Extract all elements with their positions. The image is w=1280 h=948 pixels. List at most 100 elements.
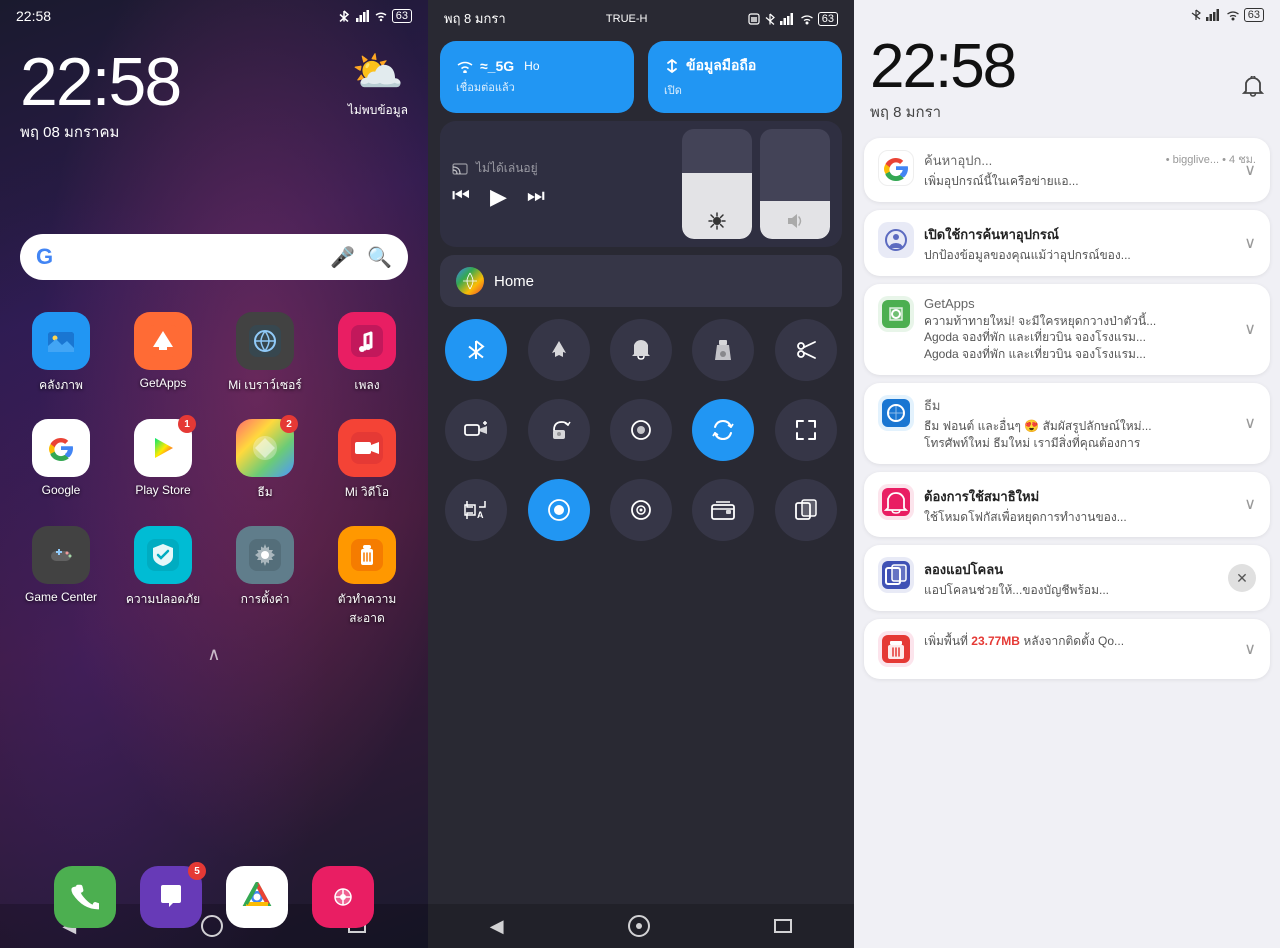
cc-toggle-dot[interactable] — [610, 479, 672, 541]
cc-next-btn[interactable]: ⏭ — [527, 185, 545, 208]
cc-toggle-flashlight[interactable] — [692, 319, 754, 381]
notif-expand-trash[interactable]: ∨ — [1244, 639, 1256, 659]
app-item-security[interactable]: ความปลอดภัย — [112, 514, 214, 640]
home-status-time: 22:58 — [16, 8, 51, 24]
home-clock-text: 22:58 พฤ 08 มกราคม — [20, 48, 180, 144]
notif-expand-google[interactable]: ∨ — [1244, 160, 1256, 180]
cc-media-controls: ⏮ ▶ ⏭ — [452, 184, 674, 210]
weather-icon: ⛅ — [352, 48, 404, 97]
notif-card-finddevice[interactable]: เปิดใช้การค้นหาอุปกรณ์ ปกป้องข้อมูลของคุ… — [864, 210, 1270, 276]
cc-prev-btn[interactable]: ⏮ — [452, 185, 470, 208]
dock-phone[interactable] — [54, 866, 116, 928]
wifi-card-icon — [456, 59, 474, 73]
app-icon-cleaner — [338, 526, 396, 584]
app-item-getapps[interactable]: GetApps — [112, 300, 214, 407]
cc-toggle-bell[interactable] — [610, 319, 672, 381]
notif-expand-theme[interactable]: ∨ — [1244, 413, 1256, 433]
notif-card-theme[interactable]: ธีม ธีม ฟอนต์ และอื่นๆ 😍 สัมผัสรูปลักษณ์… — [864, 383, 1270, 464]
cc-wifi-card[interactable]: ≈_5G Ho เชื่อมต่อแล้ว — [440, 41, 634, 113]
app-label-cleaner: ตัวทำความสะอาด — [324, 590, 410, 628]
notif-body-google: เพิ่มอุปกรณ์นี้ในเครือข่ายแอ... — [924, 173, 1256, 190]
cc-nav-home[interactable] — [627, 914, 651, 938]
app-item-mivideo[interactable]: Mi วิดีโอ — [316, 407, 418, 514]
cc-nav-back[interactable]: ◀ — [490, 916, 504, 937]
app-item-settings[interactable]: การตั้งค่า — [214, 514, 316, 640]
cc-toggle-scan-a[interactable]: A — [445, 479, 507, 541]
cc-no-playing: ไม่ได้เล่นอยู่ — [476, 159, 538, 178]
notif-status-icons: 63 — [1190, 8, 1264, 22]
signal-icon — [356, 10, 370, 22]
cc-toggle-airplane[interactable] — [528, 319, 590, 381]
cc-toggle-video-add[interactable] — [445, 399, 507, 461]
notif-expand-finddevice[interactable]: ∨ — [1244, 233, 1256, 253]
notif-card-getapps[interactable]: GetApps ความท้าทายใหม่! จะมีใครหยุดกวางป… — [864, 284, 1270, 375]
cc-toggle-sync[interactable] — [692, 399, 754, 461]
notif-content-finddevice: เปิดใช้การค้นหาอุปกรณ์ ปกป้องข้อมูลของคุ… — [924, 222, 1256, 264]
cc-toggle-scissors[interactable] — [775, 319, 837, 381]
app-grid: คลังภาพ GetApps Mi เบราว์เซอร์ เพลง Goo — [0, 300, 428, 640]
app-item-browser[interactable]: Mi เบราว์เซอร์ — [214, 300, 316, 407]
app-icon-gamecenter — [32, 526, 90, 584]
cc-toggle-bluetooth[interactable] — [445, 319, 507, 381]
cc-play-btn[interactable]: ▶ — [490, 184, 507, 210]
data-card-icon — [664, 58, 680, 74]
cast-icon — [452, 160, 468, 176]
notif-expand-focus[interactable]: ∨ — [1244, 494, 1256, 514]
notif-close-clone[interactable]: ✕ — [1228, 564, 1256, 592]
cc-bluetooth-icon — [764, 13, 776, 25]
cc-toggle-grid-3: A — [440, 473, 842, 547]
app-icon-settings — [236, 526, 294, 584]
notif-header-theme: ธีม — [924, 395, 1256, 416]
search-bar[interactable]: G 🎤 🔍 — [20, 234, 408, 280]
notif-title-clone: ลองแอปโคลน — [924, 559, 1256, 580]
app-badge-theme: 2 — [280, 415, 298, 433]
notif-card-trash[interactable]: เพิ่มพื้นที่ 23.77MB หลังจากติดตั้ง Qo..… — [864, 619, 1270, 679]
lens-icon[interactable]: 🔍 — [367, 245, 392, 270]
cc-home-shortcut[interactable]: Home — [440, 255, 842, 307]
notif-card-google[interactable]: ค้นหาอุปก... • bigglive... • 4 ชม. เพิ่ม… — [864, 138, 1270, 202]
cc-toggle-clone[interactable] — [775, 479, 837, 541]
brightness-slider[interactable] — [682, 129, 752, 239]
notif-body-getapps: ความท้าทายใหม่! จะมีใครหยุดกวางป่าตัวนี้… — [924, 313, 1256, 363]
cc-toggle-video2[interactable] — [528, 479, 590, 541]
notif-title-finddevice: เปิดใช้การค้นหาอุปกรณ์ — [924, 224, 1256, 245]
notif-time-google: • bigglive... • 4 ชม. — [1166, 150, 1256, 168]
mic-icon[interactable]: 🎤 — [330, 245, 355, 270]
cc-toggle-screenshot[interactable] — [610, 399, 672, 461]
notif-title-focus: ต้องการใช้สมาธิใหม่ — [924, 486, 1256, 507]
app-item-google[interactable]: Google — [10, 407, 112, 514]
home-status-bar: 22:58 63 — [0, 0, 428, 28]
app-item-theme[interactable]: 2 ธีม — [214, 407, 316, 514]
app-label-google: Google — [42, 483, 81, 497]
weather-widget: ⛅ ไม่พบข้อมูล — [348, 48, 408, 120]
app-item-gallery[interactable]: คลังภาพ — [10, 300, 112, 407]
cc-toggle-lock-rotate[interactable] — [528, 399, 590, 461]
notif-bell-icon[interactable] — [1242, 76, 1264, 104]
home-clock-date: พฤ 08 มกราคม — [20, 120, 180, 144]
app-item-gamecenter[interactable]: Game Center — [10, 514, 112, 640]
dock-browser2[interactable] — [312, 866, 374, 928]
notif-icon-getapps — [878, 296, 914, 332]
volume-icon — [785, 211, 805, 231]
notif-content-trash: เพิ่มพื้นที่ 23.77MB หลังจากติดตั้ง Qo..… — [924, 631, 1256, 667]
sim-icon — [748, 13, 760, 25]
app-label-gallery: คลังภาพ — [39, 376, 83, 395]
dock-chrome[interactable] — [226, 866, 288, 928]
app-item-music[interactable]: เพลง — [316, 300, 418, 407]
notif-card-clone[interactable]: ลองแอปโคลน แอปโคลนช่วยให้...ของบัญชีพร้อ… — [864, 545, 1270, 611]
cc-toggle-expand[interactable] — [775, 399, 837, 461]
weather-text: ไม่พบข้อมูล — [348, 101, 408, 120]
app-item-cleaner[interactable]: ตัวทำความสะอาด — [316, 514, 418, 640]
dock-messages[interactable]: 5 — [140, 866, 202, 928]
cc-toggle-wallet[interactable] — [692, 479, 754, 541]
notifications-panel: 63 22:58 พฤ 8 มกรา ค้นหาอุปก... • biggli… — [854, 0, 1280, 948]
app-item-playstore[interactable]: 1 Play Store — [112, 407, 214, 514]
notif-card-focus[interactable]: ต้องการใช้สมาธิใหม่ ใช้โหมดโฟกัสเพื่อหยุ… — [864, 472, 1270, 538]
cc-toggle-grid-2 — [440, 393, 842, 467]
notif-expand-getapps[interactable]: ∨ — [1244, 319, 1256, 339]
volume-slider[interactable] — [760, 129, 830, 239]
cc-data-card[interactable]: ข้อมูลมือถือ เปิด — [648, 41, 842, 113]
notif-body-finddevice: ปกป้องข้อมูลของคุณแม้ว่าอุปกรณ์ของ... — [924, 247, 1256, 264]
notif-body-theme: ธีม ฟอนต์ และอื่นๆ 😍 สัมผัสรูปลักษณ์ใหม่… — [924, 418, 1256, 452]
cc-nav-recent[interactable] — [774, 919, 792, 933]
